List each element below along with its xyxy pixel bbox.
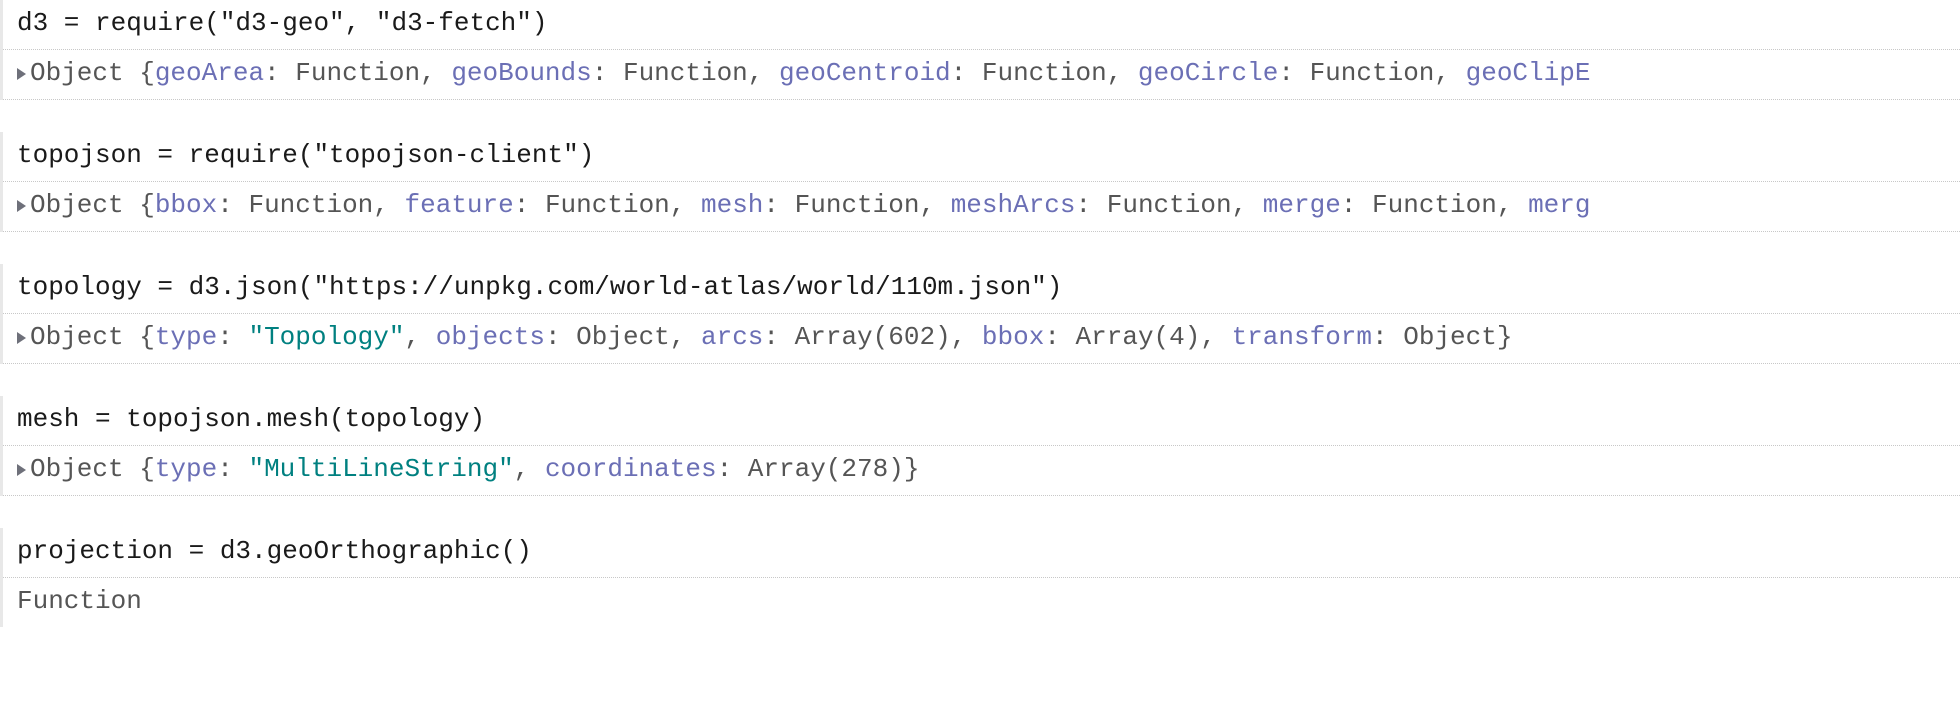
colon-sep: : (264, 58, 295, 88)
output-key: geoCentroid (779, 58, 951, 88)
cell-code[interactable]: mesh = topojson.mesh(topology) (3, 396, 1960, 446)
output-key: merg (1528, 190, 1590, 220)
output-value: Function (1372, 190, 1497, 220)
colon-sep: : (1278, 58, 1309, 88)
colon-sep: : (592, 58, 623, 88)
colon-sep: : (545, 322, 576, 352)
cell-code[interactable]: d3 = require("d3-geo", "d3-fetch") (3, 0, 1960, 50)
cell-output[interactable]: Object {type: "Topology", objects: Objec… (3, 314, 1960, 364)
output-prefix: Object { (30, 190, 155, 220)
cell-code[interactable]: topojson = require("topojson-client") (3, 132, 1960, 182)
colon-sep: : (217, 190, 248, 220)
output-key: geoBounds (451, 58, 591, 88)
output-suffix: } (904, 454, 920, 484)
notebook-cell: mesh = topojson.mesh(topology)Object {ty… (0, 396, 1960, 496)
comma-sep: , (420, 58, 451, 88)
output-key: arcs (701, 322, 763, 352)
output-value: Function (623, 58, 748, 88)
colon-sep: : (217, 322, 248, 352)
expand-caret-icon[interactable] (17, 332, 26, 344)
comma-sep: , (670, 322, 701, 352)
output-key: objects (436, 322, 545, 352)
output-key: merge (1263, 190, 1341, 220)
cell-output: Function (3, 578, 1960, 627)
output-value: Function (545, 190, 670, 220)
cell-code[interactable]: topology = d3.json("https://unpkg.com/wo… (3, 264, 1960, 314)
colon-sep: : (514, 190, 545, 220)
expand-caret-icon[interactable] (17, 464, 26, 476)
cell-output[interactable]: Object {type: "MultiLineString", coordin… (3, 446, 1960, 496)
expand-caret-icon[interactable] (17, 200, 26, 212)
comma-sep: , (1434, 58, 1465, 88)
output-value: Function (248, 190, 373, 220)
colon-sep: : (1341, 190, 1372, 220)
comma-sep: , (919, 190, 950, 220)
cell-code[interactable]: projection = d3.geoOrthographic() (3, 528, 1960, 578)
colon-sep: : (763, 322, 794, 352)
output-key: mesh (701, 190, 763, 220)
output-value: Function (1107, 190, 1232, 220)
output-key: bbox (155, 190, 217, 220)
colon-sep: : (1044, 322, 1075, 352)
notebook-cell: projection = d3.geoOrthographic() Functio… (0, 528, 1960, 627)
colon-sep: : (217, 454, 248, 484)
output-key: meshArcs (951, 190, 1076, 220)
output-key: bbox (982, 322, 1044, 352)
comma-sep: , (748, 58, 779, 88)
notebook-cell: topology = d3.json("https://unpkg.com/wo… (0, 264, 1960, 364)
output-value: Function (17, 586, 142, 616)
output-prefix: Object { (30, 322, 155, 352)
expand-caret-icon[interactable] (17, 68, 26, 80)
output-prefix: Object { (30, 58, 155, 88)
comma-sep: , (514, 454, 545, 484)
colon-sep: : (1372, 322, 1403, 352)
colon-sep: : (763, 190, 794, 220)
output-value: Function (982, 58, 1107, 88)
output-value: Function (1310, 58, 1435, 88)
comma-sep: , (1200, 322, 1231, 352)
output-key: feature (405, 190, 514, 220)
output-key: coordinates (545, 454, 717, 484)
comma-sep: , (670, 190, 701, 220)
output-key: type (155, 454, 217, 484)
comma-sep: , (1497, 190, 1528, 220)
output-key: geoCircle (1138, 58, 1278, 88)
output-value: Array(278) (748, 454, 904, 484)
output-value: Array(602) (795, 322, 951, 352)
comma-sep: , (951, 322, 982, 352)
output-value: "MultiLineString" (248, 454, 513, 484)
colon-sep: : (717, 454, 748, 484)
comma-sep: , (1232, 190, 1263, 220)
comma-sep: , (1107, 58, 1138, 88)
colon-sep: : (1076, 190, 1107, 220)
output-key: geoClipE (1466, 58, 1591, 88)
colon-sep: : (951, 58, 982, 88)
output-value: Object (1403, 322, 1497, 352)
output-value: Object (576, 322, 670, 352)
output-value: Function (795, 190, 920, 220)
output-key: geoArea (155, 58, 264, 88)
output-value: "Topology" (248, 322, 404, 352)
output-key: transform (1232, 322, 1372, 352)
output-value: Function (295, 58, 420, 88)
output-value: Array(4) (1076, 322, 1201, 352)
cell-output[interactable]: Object {geoArea: Function, geoBounds: Fu… (3, 50, 1960, 100)
comma-sep: , (373, 190, 404, 220)
cell-output[interactable]: Object {bbox: Function, feature: Functio… (3, 182, 1960, 232)
output-suffix: } (1497, 322, 1513, 352)
notebook-cell: d3 = require("d3-geo", "d3-fetch")Object… (0, 0, 1960, 100)
comma-sep: , (405, 322, 436, 352)
output-key: type (155, 322, 217, 352)
notebook-cell: topojson = require("topojson-client")Obj… (0, 132, 1960, 232)
output-prefix: Object { (30, 454, 155, 484)
